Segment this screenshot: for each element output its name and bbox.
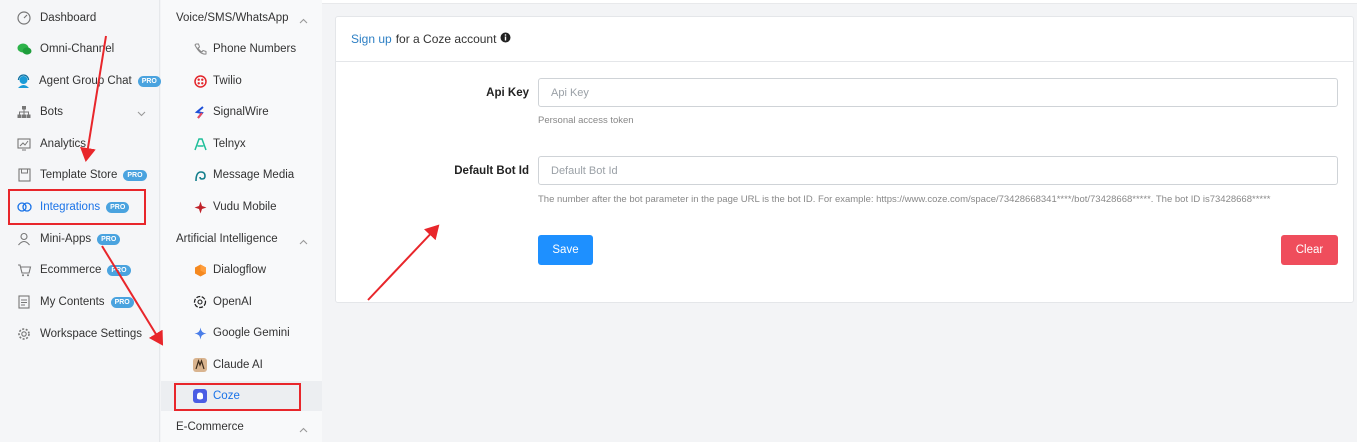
telnyx-icon [192, 136, 208, 152]
signup-text: for a Coze account [395, 32, 497, 46]
sidebar-item-analytics[interactable]: Analytics [0, 130, 160, 158]
subnav-item-telnyx[interactable]: Telnyx [161, 129, 322, 159]
subnav-item-label: Message Media [213, 169, 295, 181]
integrations-subnav: Voice/SMS/WhatsApp Phone Numbers Twilio … [161, 0, 322, 442]
sidebar-item-workspace-settings[interactable]: Workspace Settings [0, 320, 160, 348]
sidebar-item-mini-apps[interactable]: Mini-Apps PRO [0, 225, 160, 253]
subnav-item-twilio[interactable]: Twilio [161, 66, 322, 96]
analytics-icon [16, 136, 32, 152]
sidebar-item-label: My Contents [40, 296, 105, 308]
sidebar-item-label: Omni-Channel [40, 43, 115, 55]
chat-bubbles-icon [16, 41, 32, 57]
section-artificial-intelligence[interactable]: Artificial Intelligence [161, 224, 322, 254]
sidebar-item-label: Mini-Apps [40, 233, 92, 245]
pro-badge: PRO [107, 264, 131, 276]
message-media-icon [192, 167, 208, 183]
api-key-label: Api Key [486, 87, 529, 99]
claude-icon [192, 357, 208, 373]
default-bot-id-hint: The number after the bot parameter in th… [538, 194, 1271, 205]
top-bar [322, 0, 1357, 4]
section-title: Voice/SMS/WhatsApp [176, 12, 289, 24]
chevron-up-icon [299, 234, 308, 248]
subnav-item-label: Twilio [213, 75, 242, 87]
card-header: Sign up for a Coze account [336, 17, 1353, 62]
sidebar-item-dashboard[interactable]: Dashboard [0, 4, 160, 32]
sidebar-item-label: Dashboard [40, 12, 97, 24]
subnav-item-message-media[interactable]: Message Media [161, 160, 322, 190]
sidebar-item-label: Template Store [40, 169, 118, 181]
sidebar-item-label: Agent Group Chat [39, 75, 132, 87]
subnav-item-dialogflow[interactable]: Dialogflow [161, 255, 322, 285]
pro-badge: PRO [123, 169, 147, 181]
subnav-item-openai[interactable]: OpenAI [161, 287, 322, 317]
pro-badge: PRO [97, 233, 121, 245]
section-voice-sms-whatsapp[interactable]: Voice/SMS/WhatsApp [161, 3, 322, 33]
sidebar-item-omni-channel[interactable]: Omni-Channel [0, 35, 160, 63]
pro-badge: PRO [110, 296, 134, 308]
sidebar-item-agent-group-chat[interactable]: Agent Group Chat PRO [0, 67, 161, 95]
subnav-item-label: SignalWire [213, 106, 269, 118]
sidebar-item-label: Workspace Settings [40, 328, 143, 340]
sidebar-item-template-store[interactable]: Template Store PRO [0, 161, 160, 189]
cart-icon [16, 262, 32, 278]
sidebar-item-my-contents[interactable]: My Contents PRO [0, 288, 160, 316]
subnav-item-label: Phone Numbers [213, 43, 297, 55]
subnav-item-label: OpenAI [213, 296, 252, 308]
signup-link[interactable]: Sign up [351, 32, 392, 46]
sidebar-item-label: Ecommerce [40, 264, 102, 276]
subnav-item-label: Claude AI [213, 359, 263, 371]
twilio-icon [192, 73, 208, 89]
sidebar-item-label: Bots [40, 106, 64, 118]
dialogflow-icon [192, 262, 208, 278]
section-title: E-Commerce [176, 421, 244, 433]
contents-icon [16, 294, 32, 310]
phone-icon [192, 41, 208, 57]
sidebar-item-label: Analytics [40, 138, 87, 150]
openai-icon [192, 294, 208, 310]
info-icon[interactable] [500, 32, 511, 46]
subnav-item-vudu-mobile[interactable]: Vudu Mobile [161, 192, 322, 222]
section-title: Artificial Intelligence [176, 233, 278, 245]
subnav-item-label: Google Gemini [213, 327, 290, 339]
default-bot-id-label: Default Bot Id [454, 165, 529, 177]
chevron-down-icon [137, 106, 146, 120]
highlight-coze-box [174, 383, 301, 411]
api-key-hint: Personal access token [538, 115, 634, 126]
signalwire-icon [192, 104, 208, 120]
subnav-item-label: Telnyx [213, 138, 246, 150]
template-store-icon [16, 167, 32, 183]
subnav-item-label: Vudu Mobile [213, 201, 277, 213]
chevron-up-icon [299, 13, 308, 27]
section-e-commerce[interactable]: E-Commerce [161, 412, 322, 442]
subnav-item-phone-numbers[interactable]: Phone Numbers [161, 34, 322, 64]
default-bot-id-input[interactable] [538, 156, 1338, 185]
agent-headset-icon [16, 73, 31, 89]
bots-hierarchy-icon [16, 104, 32, 120]
pro-badge: PRO [137, 75, 161, 87]
subnav-item-claude-ai[interactable]: Claude AI [161, 350, 322, 380]
sidebar-item-ecommerce[interactable]: Ecommerce PRO [0, 256, 160, 284]
subnav-item-label: Dialogflow [213, 264, 267, 276]
subnav-item-google-gemini[interactable]: Google Gemini [161, 318, 322, 348]
sidebar-item-bots[interactable]: Bots [0, 98, 160, 126]
dashboard-icon [16, 10, 32, 26]
chevron-up-icon [299, 422, 308, 436]
gemini-sparkle-icon [192, 325, 208, 341]
vudu-mobile-icon [192, 199, 208, 215]
clear-button[interactable]: Clear [1281, 235, 1338, 265]
save-button[interactable]: Save [538, 235, 593, 265]
highlight-integrations-box [8, 189, 146, 225]
subnav-item-signalwire[interactable]: SignalWire [161, 97, 322, 127]
coze-settings-card: Sign up for a Coze account Api Key Perso… [335, 16, 1354, 303]
mini-apps-icon [16, 231, 32, 247]
gear-icon [16, 326, 32, 342]
api-key-input[interactable] [538, 78, 1338, 107]
